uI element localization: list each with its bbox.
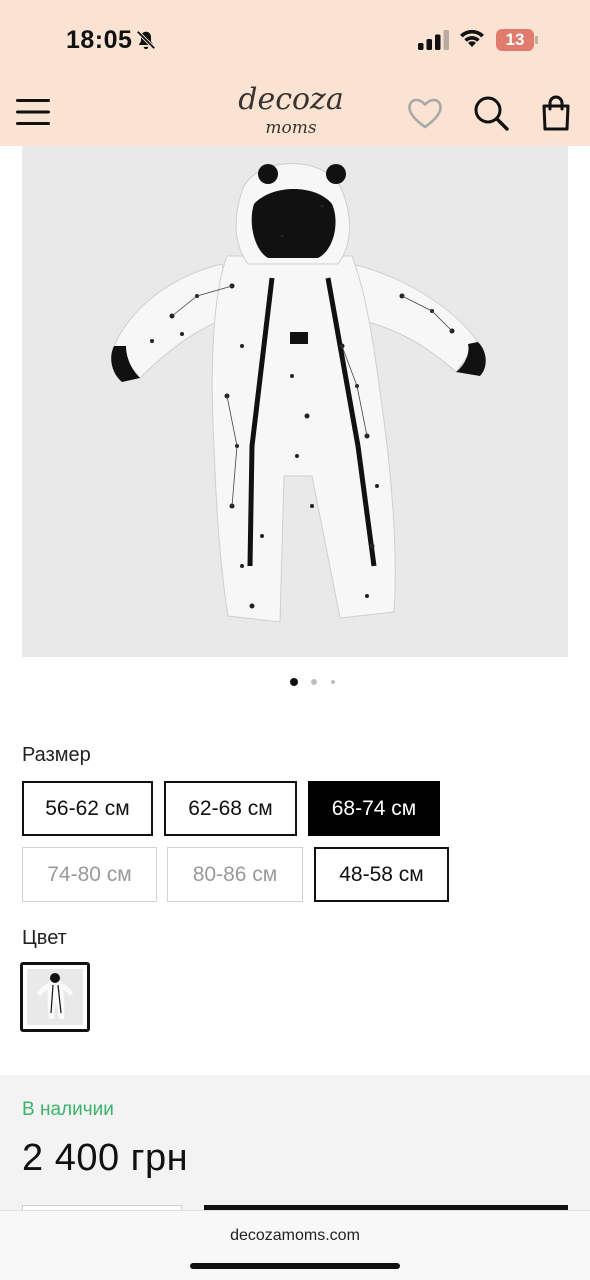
carousel-dots[interactable] [280, 676, 360, 688]
logo-sub-text: moms [265, 118, 317, 138]
size-option-68-74[interactable]: 68-74 см [308, 781, 440, 836]
size-option-56-62[interactable]: 56-62 см [22, 781, 153, 836]
purchase-panel: В наличии 2 400 грн [0, 1075, 590, 1215]
carousel-dot-3[interactable] [331, 680, 335, 684]
browser-url-bar: decozamoms.com [0, 1210, 590, 1280]
size-label: Размер [22, 744, 91, 766]
stock-status: В наличии [22, 1099, 114, 1120]
wifi-icon [460, 29, 484, 47]
size-option-74-80[interactable]: 74-80 см [22, 847, 157, 902]
status-time: 18:05 [66, 26, 133, 54]
browser-url[interactable]: decozamoms.com [0, 1227, 590, 1245]
color-swatch[interactable] [20, 962, 90, 1032]
cellular-signal-icon [418, 30, 449, 50]
carousel-dot-1[interactable] [290, 678, 298, 686]
bell-slash-icon [136, 30, 156, 50]
color-swatch-thumbnail [27, 969, 83, 1025]
home-indicator[interactable] [190, 1263, 400, 1269]
site-logo[interactable]: decoza moms [236, 80, 346, 146]
snowsuit-illustration [22, 146, 568, 657]
product-image[interactable] [22, 146, 568, 657]
shopping-bag-icon[interactable] [540, 94, 572, 132]
top-bar: 18:05 13 decoza moms [0, 0, 590, 146]
logo-main-text: decoza [238, 82, 344, 117]
size-option-48-58[interactable]: 48-58 см [314, 847, 449, 902]
product-price: 2 400 грн [22, 1137, 189, 1179]
status-bar: 18:05 13 [0, 0, 590, 80]
color-label: Цвет [22, 927, 67, 949]
size-option-62-68[interactable]: 62-68 см [164, 781, 297, 836]
search-icon[interactable] [472, 94, 510, 132]
battery-icon: 13 [496, 29, 538, 51]
menu-icon[interactable] [16, 98, 50, 126]
site-header: decoza moms [0, 80, 590, 146]
carousel-dot-2[interactable] [311, 679, 317, 685]
size-option-80-86[interactable]: 80-86 см [167, 847, 303, 902]
battery-level: 13 [505, 30, 525, 49]
heart-icon[interactable] [406, 95, 444, 131]
